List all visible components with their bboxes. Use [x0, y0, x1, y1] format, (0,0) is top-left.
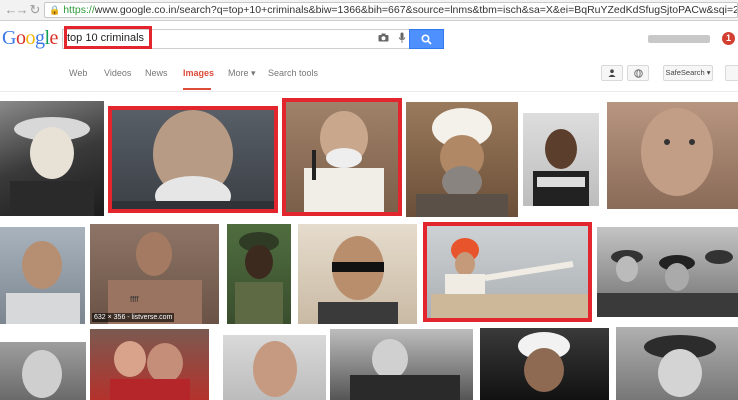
lock-icon: 🔒 — [49, 5, 61, 15]
view-toggle-button[interactable] — [601, 65, 623, 81]
camera-icon[interactable] — [378, 33, 389, 45]
url-scheme: https:// — [63, 4, 95, 16]
globe-icon — [633, 69, 643, 78]
notification-badge[interactable]: 1 — [722, 32, 735, 45]
result-image-white-turban[interactable] — [406, 102, 518, 217]
logo-letter: e — [49, 27, 59, 49]
safesearch-dropdown[interactable]: SafeSearch ▾ — [663, 65, 713, 81]
result-image-mustache-man[interactable] — [0, 227, 85, 324]
tab-web[interactable]: Web — [69, 68, 87, 78]
tab-images[interactable]: Images — [183, 68, 214, 78]
reload-icon[interactable]: ↻ — [27, 2, 43, 18]
search-button[interactable] — [409, 29, 444, 49]
result-image-white-cap[interactable] — [480, 328, 609, 400]
settings-gear-button[interactable] — [725, 65, 738, 81]
browser-address-bar: ← → ↻ 🔒 https://www.google.co.in/search?q… — [0, 0, 738, 21]
result-image-fedora[interactable] — [616, 327, 738, 400]
highlight-box-3 — [423, 222, 592, 322]
tab-videos[interactable]: Videos — [104, 68, 131, 78]
svg-text:ffff: ffff — [130, 295, 139, 304]
search-icon — [421, 34, 432, 45]
result-image-phone-man[interactable] — [330, 329, 473, 400]
user-name-blurred[interactable] — [648, 35, 710, 43]
result-image-shaved-head[interactable] — [223, 335, 326, 400]
result-image-mugshot[interactable] — [523, 113, 599, 206]
result-image-soldier-beret[interactable] — [227, 224, 291, 324]
highlight-box-1 — [108, 106, 278, 213]
result-image-couple[interactable] — [90, 329, 209, 400]
url-path: www.google.co.in/search?q=top+10+crimina… — [94, 4, 738, 16]
result-image-tattoo-chest[interactable]: ffff 632 × 356 - listverse.com — [90, 224, 219, 324]
image-size-caption: 632 × 356 - listverse.com — [92, 313, 175, 322]
google-logo[interactable]: Google — [2, 27, 58, 50]
url-field[interactable]: 🔒 https://www.google.co.in/search?q=top+1… — [44, 2, 738, 18]
logo-letter: G — [2, 27, 16, 49]
active-tab-indicator — [183, 88, 211, 90]
tab-divider — [0, 91, 738, 92]
person-icon — [608, 69, 616, 77]
result-image-gangster-hat[interactable] — [0, 101, 104, 216]
logo-letter: o — [25, 27, 35, 49]
globe-toggle-button[interactable] — [627, 65, 649, 81]
tab-news[interactable]: News — [145, 68, 168, 78]
result-image-smiling-man[interactable] — [0, 342, 86, 400]
tab-search-tools[interactable]: Search tools — [268, 68, 318, 78]
result-image-sunglasses[interactable] — [298, 224, 417, 324]
result-image-tattooed-face[interactable] — [607, 102, 738, 209]
query-highlight-box — [64, 26, 152, 49]
highlight-box-2 — [282, 98, 402, 216]
result-image-group-hats[interactable] — [597, 227, 738, 317]
microphone-icon[interactable] — [398, 32, 406, 47]
tab-more[interactable]: More ▾ — [228, 68, 256, 79]
